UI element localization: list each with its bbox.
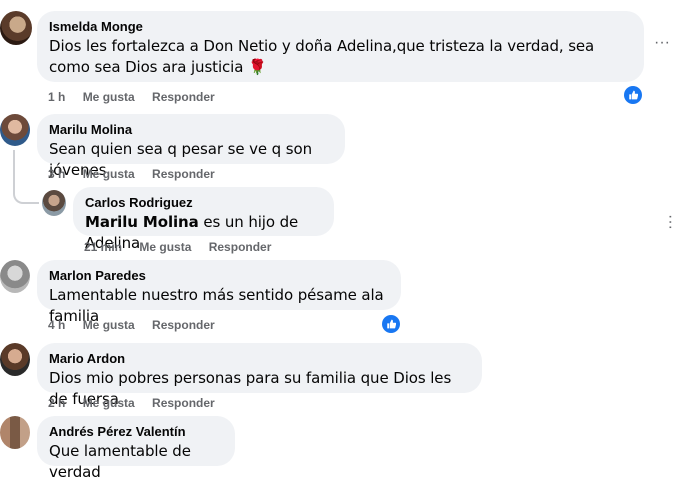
comment-time[interactable]: 1 h [48,90,65,104]
like-button[interactable]: Me gusta [83,90,135,104]
reply-thread-line [13,150,39,204]
comment-bubble: Marlon Paredes Lamentable nuestro más se… [37,260,401,325]
reply-button[interactable]: Responder [152,396,215,410]
comment-actions: 2 h Me gusta Responder [48,396,229,410]
comment-time[interactable]: 2 h [48,396,65,410]
avatar[interactable] [0,260,30,293]
comment-author[interactable]: Ismelda Monge [49,19,632,35]
comment-actions: 21 min Me gusta Responder [84,240,285,254]
comment-bubble: Mario Ardon Dios mio pobres personas par… [37,343,482,408]
like-button[interactable]: Me gusta [83,396,135,410]
comment-time[interactable]: 21 min [84,240,122,254]
comment-author[interactable]: Carlos Rodriguez [85,195,322,211]
avatar[interactable] [0,343,30,376]
like-button[interactable]: Me gusta [139,240,191,254]
comment-bubble: Marilu Molina Sean quien sea q pesar se … [37,114,345,179]
thumbs-up-icon[interactable] [382,315,400,333]
reply-button[interactable]: Responder [152,318,215,332]
like-button[interactable]: Me gusta [83,318,135,332]
comment-bubble: Carlos Rodriguez Marilu Molina es un hij… [73,187,334,252]
comment-time[interactable]: 4 h [48,318,65,332]
mention-link[interactable]: Marilu Molina [85,213,199,231]
reply-button[interactable]: Responder [209,240,272,254]
comment-author[interactable]: Andrés Pérez Valentín [49,424,223,440]
comment-actions: 4 h Me gusta Responder [48,318,229,332]
reply-button[interactable]: Responder [152,90,215,104]
avatar[interactable] [0,114,30,146]
avatar[interactable] [0,416,30,449]
reply-button[interactable]: Responder [152,167,215,181]
comment-actions: 3 h Me gusta Responder [48,167,229,181]
more-options-icon[interactable]: ··· [662,214,675,230]
comment-time[interactable]: 3 h [48,167,65,181]
comment-bubble: Andrés Pérez Valentín Que lamentable de … [37,416,235,481]
comment-author[interactable]: Marlon Paredes [49,268,389,284]
like-button[interactable]: Me gusta [83,167,135,181]
avatar[interactable] [0,11,32,45]
more-options-icon[interactable]: ··· [652,35,672,51]
thumbs-up-icon[interactable] [624,86,642,104]
comment-text: Que lamentable de verdad [49,442,191,481]
comment-author[interactable]: Mario Ardon [49,351,470,367]
comment-author[interactable]: Marilu Molina [49,122,333,138]
comment-text: Dios les fortalezca a Don Netio y doña A… [49,37,595,76]
comment-bubble: Ismelda Monge Dios les fortalezca a Don … [37,11,644,82]
avatar[interactable] [42,190,66,216]
comment-actions: 1 h Me gusta Responder [48,90,229,104]
